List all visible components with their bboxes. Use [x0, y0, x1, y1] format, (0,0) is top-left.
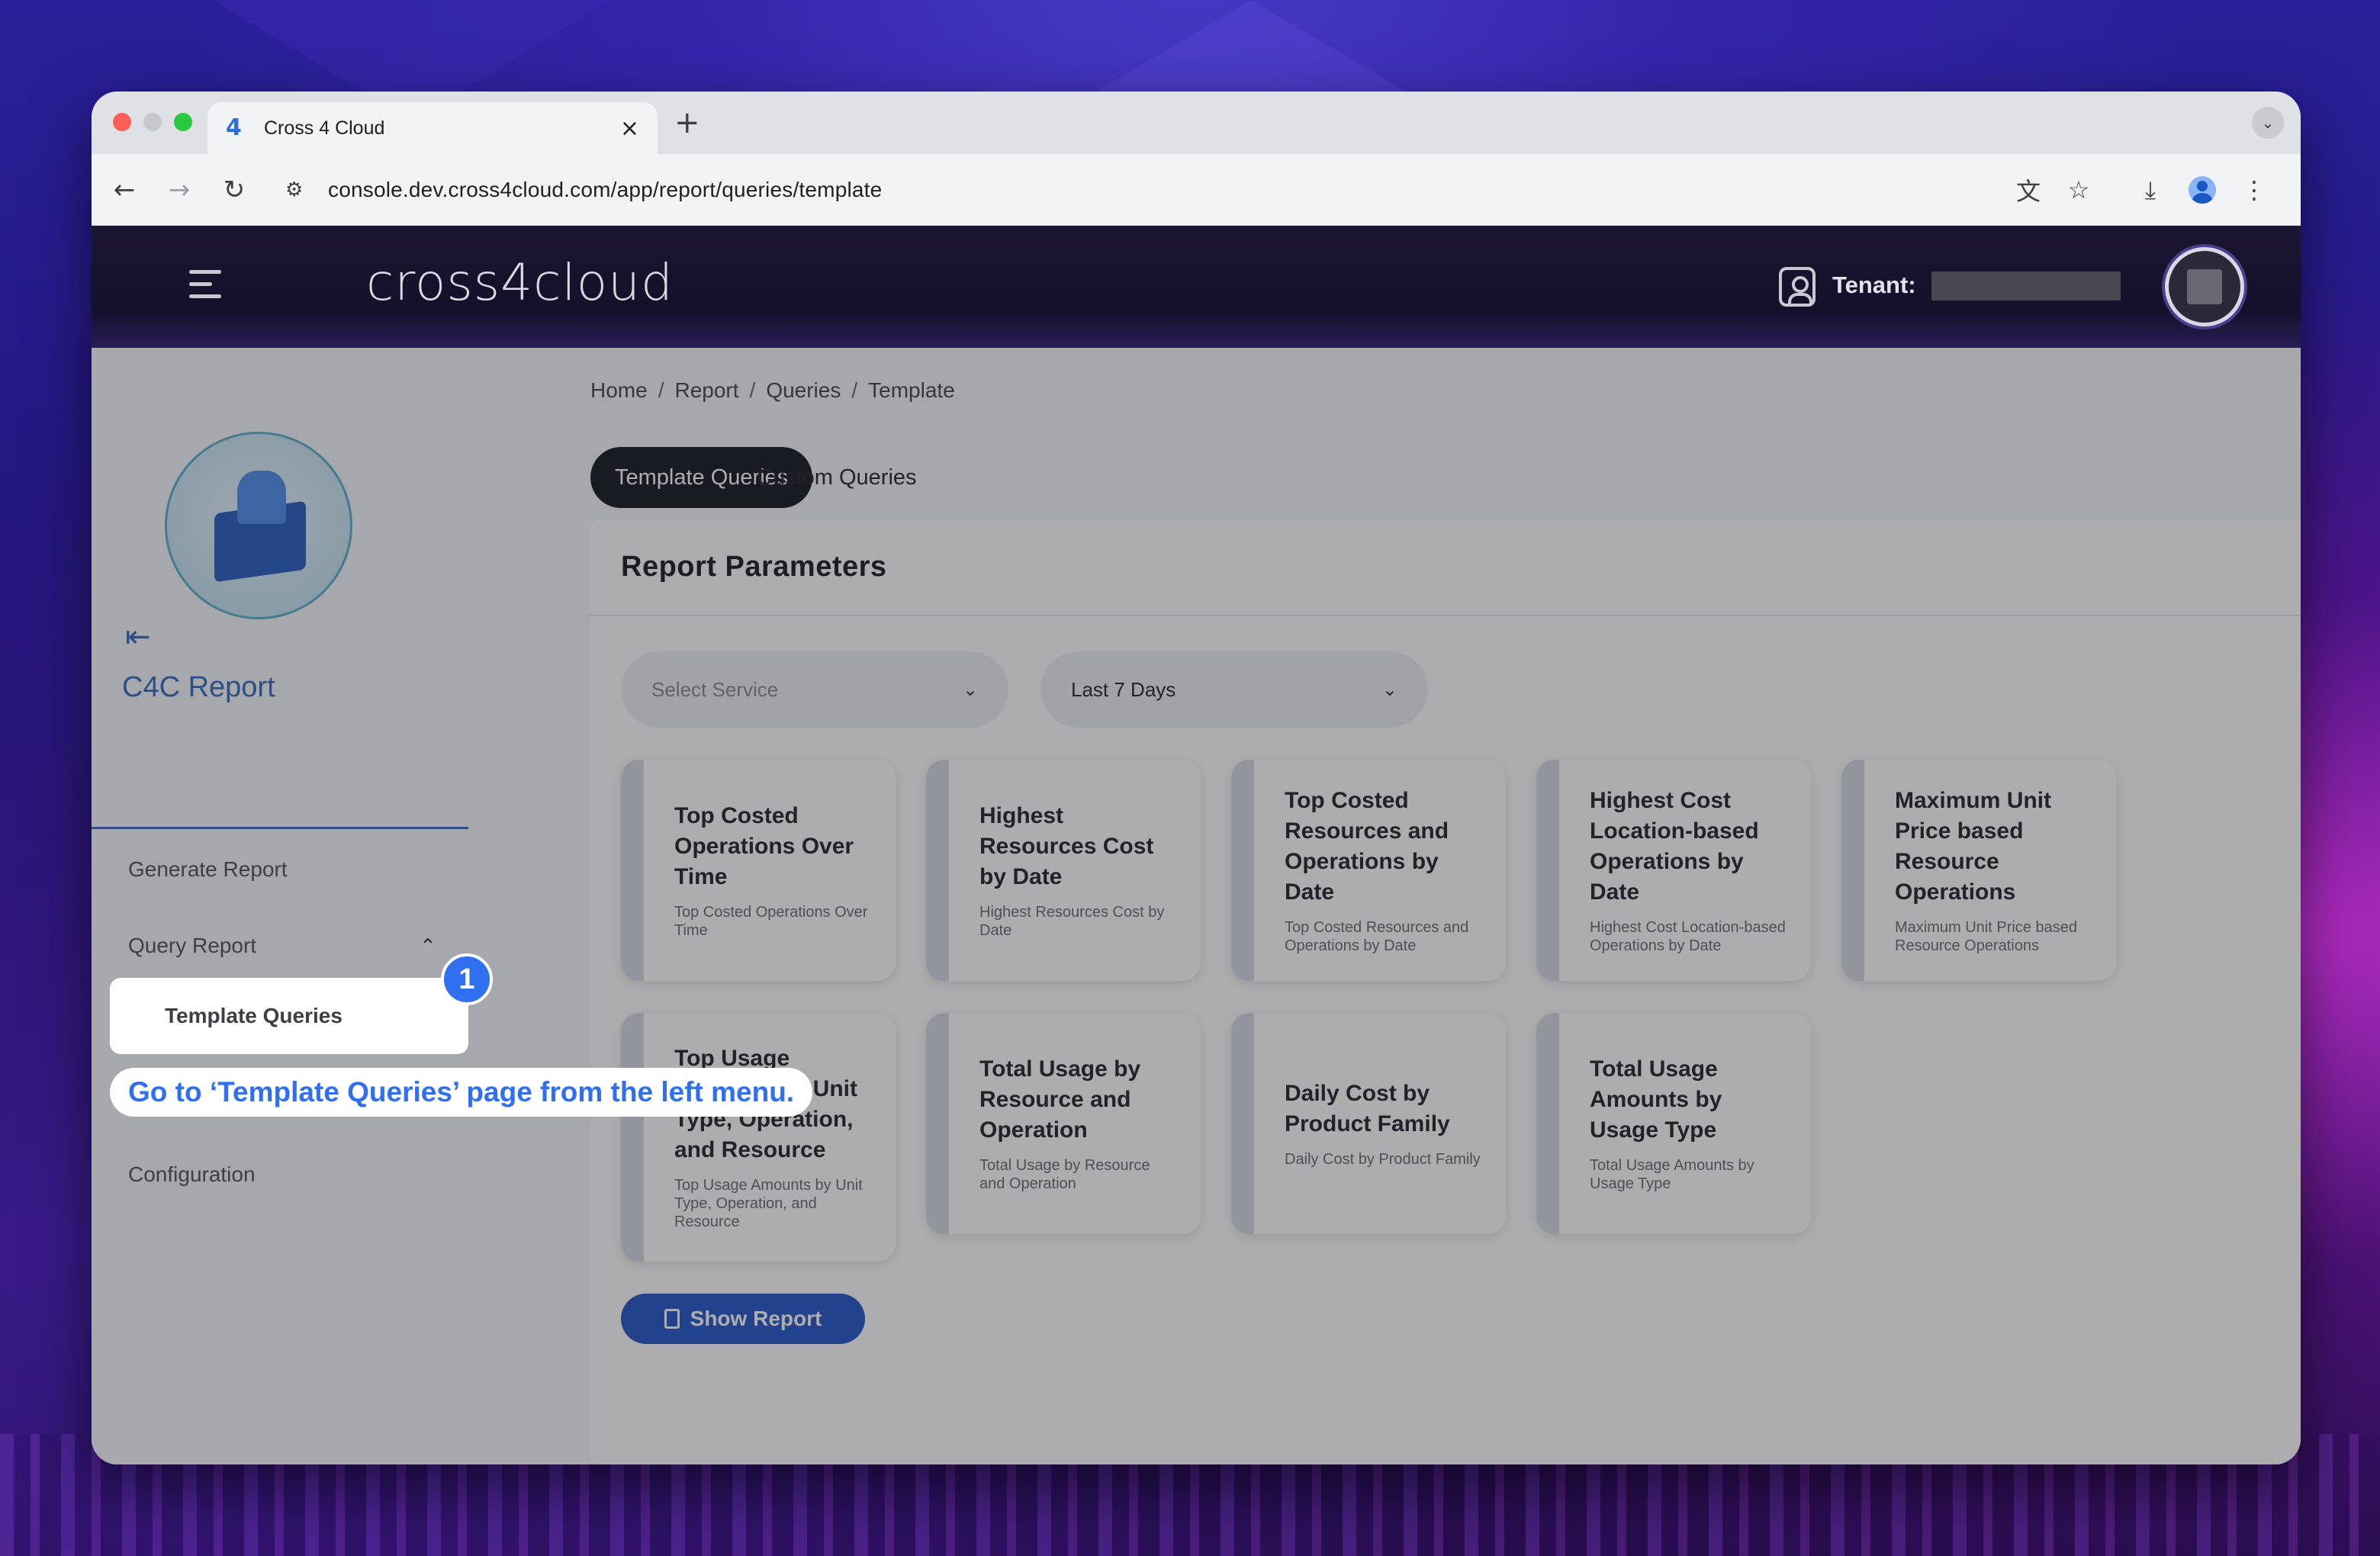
query-card-title: Top Costed Resources and Operations by D… — [1285, 788, 1449, 905]
query-card-description: Highest Cost Location-based Operations b… — [1590, 919, 1786, 954]
app-header: cross4cloud Tenant: — [92, 226, 2301, 348]
sidebar-item-generate-report[interactable]: Generate Report — [128, 857, 288, 882]
query-card-description: Highest Resources Cost by Date — [979, 904, 1165, 939]
query-card[interactable]: Total Usage by Resource and Operation To… — [926, 1013, 1201, 1234]
forward-arrow-icon[interactable]: → — [160, 171, 198, 209]
chevron-down-icon: ⌄ — [1381, 679, 1397, 700]
show-report-label: Show Report — [690, 1307, 822, 1330]
query-card[interactable]: Total Usage Amounts by Usage Type Total … — [1536, 1013, 1811, 1234]
tenant-value-redacted[interactable] — [1931, 272, 2121, 301]
browser-tab[interactable]: 4 Cross 4 Cloud × — [207, 102, 658, 154]
query-card[interactable]: Highest Cost Location-based Operations b… — [1536, 760, 1811, 981]
profile-icon[interactable] — [2183, 171, 2221, 209]
date-range-select[interactable]: Last 7 Days ⌄ — [1040, 651, 1428, 728]
sidebar-divider — [92, 827, 468, 829]
chevron-up-icon[interactable]: ⌃ — [420, 935, 436, 958]
chevron-down-icon[interactable]: ⌄ — [2252, 107, 2284, 139]
browser-toolbar: ← → ↻ ⚙ console.dev.cross4cloud.com/app/… — [92, 154, 2301, 226]
query-card-title: Maximum Unit Price based Resource Operat… — [1895, 788, 2052, 905]
url-text[interactable]: console.dev.cross4cloud.com/app/report/q… — [328, 178, 882, 202]
kebab-menu-icon[interactable]: ⋮ — [2235, 171, 2273, 209]
query-card-description: Top Usage Amounts by Unit Type, Operatio… — [674, 1177, 863, 1230]
date-range-value: Last 7 Days — [1071, 677, 1176, 701]
download-icon[interactable]: ⤓ — [2131, 171, 2169, 209]
query-card-description: Total Usage by Resource and Operation — [979, 1157, 1150, 1192]
main-content: Home / Report / Queries / Template Templ… — [499, 348, 2301, 1464]
query-card-description: Top Costed Resources and Operations by D… — [1285, 919, 1469, 954]
breadcrumb-separator: / — [749, 378, 756, 402]
site-settings-icon[interactable]: ⚙ — [285, 178, 316, 201]
reload-icon[interactable]: ↻ — [215, 171, 253, 209]
query-card-title: Total Usage by Resource and Operation — [979, 1056, 1141, 1143]
collapse-sidebar-icon[interactable]: ⇤ — [125, 619, 151, 654]
tutorial-callout: Go to ‘Template Queries’ page from the l… — [110, 1068, 813, 1117]
tab-custom-queries[interactable]: Custom Queries — [732, 447, 941, 508]
breadcrumb-home[interactable]: Home — [590, 378, 648, 403]
query-card-description: Daily Cost by Product Family — [1285, 1151, 1481, 1168]
query-card[interactable]: Maximum Unit Price based Resource Operat… — [1841, 760, 2116, 981]
back-arrow-icon[interactable]: ← — [105, 171, 143, 209]
breadcrumb-queries[interactable]: Queries — [766, 378, 841, 403]
query-card-title: Top Costed Operations Over Time — [674, 803, 854, 889]
tab-title: Cross 4 Cloud — [264, 117, 385, 139]
chevron-down-icon: ⌄ — [962, 679, 978, 700]
breadcrumb-template: Template — [868, 378, 955, 402]
sidebar-title: C4C Report — [122, 671, 275, 703]
query-card[interactable]: Top Usage Amounts by Unit Type, Operatio… — [621, 1013, 896, 1262]
report-parameters-panel: Report Parameters Select Service ⌄ Last … — [590, 520, 2301, 1464]
tab-strip: 4 Cross 4 Cloud × + ⌄ — [92, 92, 2301, 154]
query-card-description: Maximum Unit Price based Resource Operat… — [1895, 919, 2077, 954]
new-tab-icon[interactable]: + — [674, 105, 700, 140]
brand-logo[interactable]: cross4cloud — [366, 253, 674, 312]
breadcrumb-separator: / — [658, 378, 664, 402]
breadcrumb-report[interactable]: Report — [674, 378, 738, 403]
panel-divider — [590, 615, 2301, 616]
close-icon[interactable]: × — [620, 115, 639, 142]
query-card-description: Total Usage Amounts by Usage Type — [1590, 1157, 1754, 1192]
favicon-icon: 4 — [226, 114, 242, 141]
query-card-title: Highest Resources Cost by Date — [979, 803, 1154, 889]
query-card[interactable]: Top Costed Operations Over Time Top Cost… — [621, 760, 896, 981]
address-bar[interactable]: ⚙ console.dev.cross4cloud.com/app/report… — [276, 163, 2076, 217]
query-card[interactable]: Top Costed Resources and Operations by D… — [1231, 760, 1506, 981]
query-card-title: Total Usage Amounts by Usage Type — [1590, 1056, 1722, 1143]
query-card-description: Top Costed Operations Over Time — [674, 904, 868, 939]
sidebar-item-template-queries[interactable]: Template Queries — [110, 978, 468, 1054]
star-icon[interactable]: ☆ — [2060, 171, 2098, 209]
query-card-title: Highest Cost Location-based Operations b… — [1590, 788, 1759, 905]
hamburger-menu-icon[interactable] — [189, 268, 221, 299]
service-select-placeholder: Select Service — [651, 677, 779, 701]
sidebar-item-query-report[interactable]: Query Report — [128, 934, 256, 958]
content-area: ⇤ C4C Report Generate Report Query Repor… — [92, 348, 2301, 1464]
step-badge: 1 — [441, 953, 493, 1005]
maximize-window-button[interactable] — [174, 113, 192, 131]
query-card-title: Daily Cost by Product Family — [1285, 1081, 1450, 1136]
sidebar: ⇤ C4C Report Generate Report Query Repor… — [92, 348, 468, 1464]
breadcrumb-separator: / — [851, 378, 858, 402]
sidebar-item-configuration[interactable]: Configuration — [128, 1162, 256, 1187]
breadcrumb: Home / Report / Queries / Template — [590, 378, 955, 403]
browser-window: 4 Cross 4 Cloud × + ⌄ ← → ↻ ⚙ console.de… — [92, 92, 2301, 1464]
query-card[interactable]: Highest Resources Cost by Date Highest R… — [926, 760, 1201, 981]
translate-icon[interactable]: 文 — [2009, 171, 2047, 209]
query-card[interactable]: Daily Cost by Product Family Daily Cost … — [1231, 1013, 1506, 1234]
minimize-window-button[interactable] — [143, 113, 162, 131]
document-icon — [664, 1309, 680, 1329]
close-window-button[interactable] — [113, 113, 131, 131]
report-logo — [165, 432, 352, 619]
show-report-button[interactable]: Show Report — [621, 1294, 865, 1344]
panel-title: Report Parameters — [621, 551, 887, 583]
tenant-icon — [1779, 267, 1816, 307]
tenant-label: Tenant: — [1832, 272, 1916, 298]
service-select[interactable]: Select Service ⌄ — [621, 651, 1008, 728]
user-avatar[interactable] — [2165, 247, 2244, 326]
